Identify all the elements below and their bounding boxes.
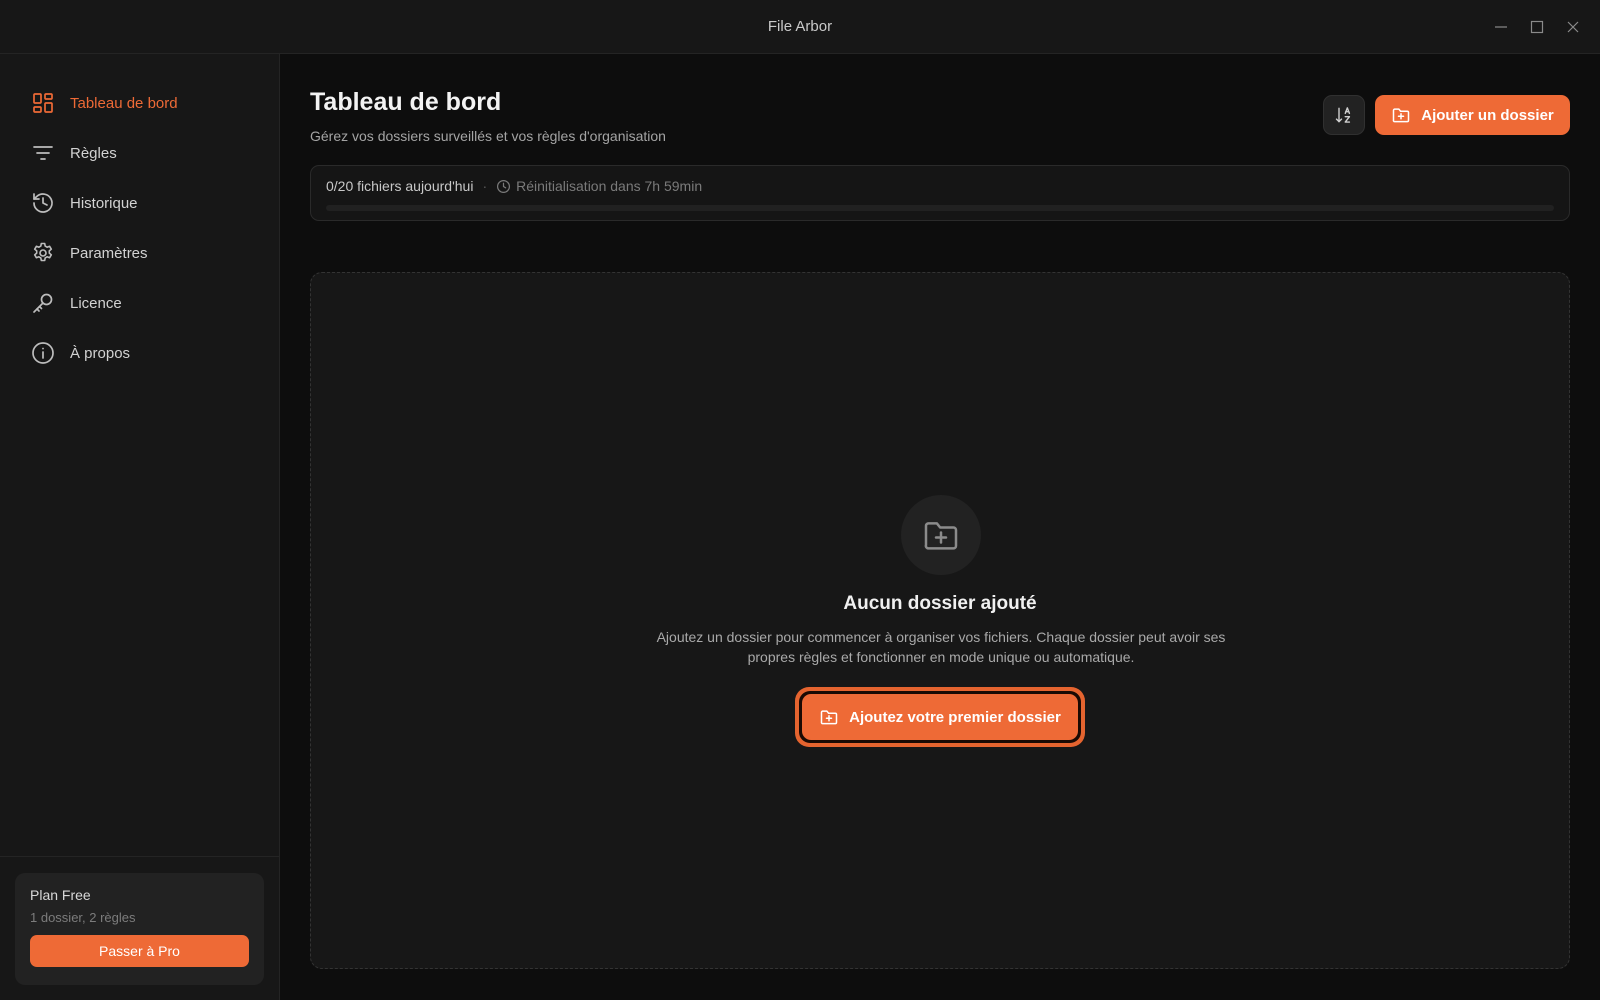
sidebar-nav: Tableau de bord Règles Historique Paramè…: [0, 54, 279, 378]
maximize-button[interactable]: [1524, 14, 1550, 40]
minimize-button[interactable]: [1488, 14, 1514, 40]
sidebar-item-about[interactable]: À propos: [0, 328, 279, 378]
sidebar-item-settings[interactable]: Paramètres: [0, 228, 279, 278]
window-title: File Arbor: [767, 18, 833, 35]
add-folder-button[interactable]: Ajouter un dossier: [1375, 95, 1570, 135]
quota-separator: ·: [482, 178, 488, 194]
daily-quota-panel: 0/20 fichiers aujourd'hui · Réinitialisa…: [310, 165, 1570, 221]
sidebar-item-label: Tableau de bord: [70, 94, 178, 112]
sidebar: Tableau de bord Règles Historique Paramè…: [0, 54, 280, 1000]
clock-icon: [496, 179, 511, 194]
sidebar-item-label: Historique: [70, 194, 138, 212]
folder-plus-icon: [924, 522, 958, 550]
key-icon: [30, 290, 56, 316]
add-first-folder-button[interactable]: Ajoutez votre premier dossier: [802, 694, 1078, 740]
info-icon: [30, 340, 56, 366]
minimize-icon: [1495, 26, 1507, 28]
empty-state-description: Ajoutez un dossier pour commencer à orga…: [656, 629, 1226, 665]
sidebar-item-label: Licence: [70, 294, 122, 312]
sidebar-item-rules[interactable]: Règles: [0, 128, 279, 178]
add-first-folder-focus-gap: Ajoutez votre premier dossier: [799, 691, 1081, 743]
plan-name: Plan Free: [30, 887, 91, 903]
page-subtitle: Gérez vos dossiers surveillés et vos règ…: [310, 128, 666, 144]
main-content: Tableau de bord Gérez vos dossiers surve…: [280, 54, 1600, 1000]
upgrade-pro-button[interactable]: Passer à Pro: [30, 935, 249, 967]
empty-state-panel: Aucun dossier ajouté Ajoutez un dossier …: [310, 272, 1570, 969]
page-title: Tableau de bord: [310, 88, 502, 116]
folder-plus-icon: [820, 710, 838, 725]
sidebar-divider: [0, 856, 279, 857]
quota-reset-time: Réinitialisation dans 7h 59min: [516, 178, 703, 194]
maximize-icon: [1530, 20, 1544, 34]
folder-plus-icon: [1392, 108, 1410, 123]
quota-count: 0/20 fichiers aujourd'hui: [326, 178, 474, 194]
add-first-folder-focus-ring: Ajoutez votre premier dossier: [795, 687, 1085, 747]
plan-limits: 1 dossier, 2 règles: [30, 910, 136, 925]
sidebar-item-label: Règles: [70, 144, 117, 162]
history-icon: [30, 190, 56, 216]
sidebar-item-label: À propos: [70, 344, 131, 362]
empty-state-icon-circle: [901, 495, 981, 575]
gear-icon: [30, 240, 56, 266]
window-controls: [1488, 14, 1586, 40]
close-icon: [1567, 21, 1579, 33]
empty-state-title: Aucun dossier ajouté: [843, 593, 1037, 614]
sort-button[interactable]: [1323, 95, 1365, 135]
title-bar: File Arbor: [0, 0, 1600, 54]
sidebar-item-label: Paramètres: [70, 244, 148, 262]
quota-row: 0/20 fichiers aujourd'hui · Réinitialisa…: [326, 178, 702, 194]
sidebar-item-dashboard[interactable]: Tableau de bord: [0, 78, 279, 128]
plan-card: Plan Free 1 dossier, 2 règles Passer à P…: [15, 873, 264, 985]
filter-icon: [30, 140, 56, 166]
sidebar-item-license[interactable]: Licence: [0, 278, 279, 328]
sort-alpha-icon: [1335, 107, 1351, 123]
dashboard-icon: [30, 90, 56, 116]
sidebar-item-history[interactable]: Historique: [0, 178, 279, 228]
add-first-folder-label: Ajoutez votre premier dossier: [849, 708, 1061, 726]
add-folder-label: Ajouter un dossier: [1421, 106, 1554, 124]
close-button[interactable]: [1560, 14, 1586, 40]
quota-progress-bar: [326, 205, 1554, 211]
